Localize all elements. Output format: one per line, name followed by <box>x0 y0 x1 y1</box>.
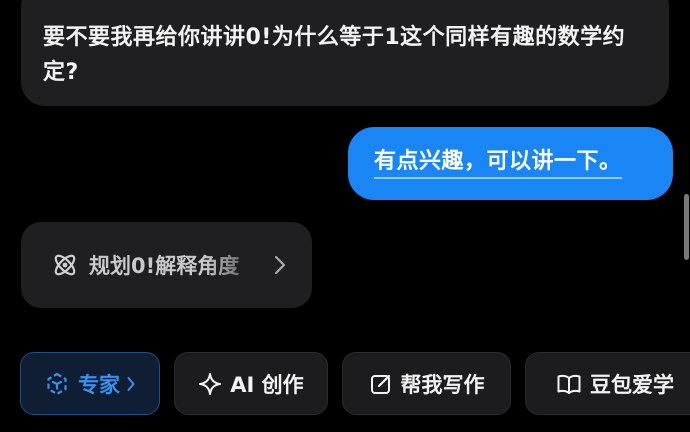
expert-chip-label: 专家 <box>78 372 120 397</box>
user-message-bubble: 有点兴趣，可以讲一下。 <box>348 127 673 200</box>
chat-screen: 要不要我再给你讲讲0!为什么等于1这个同样有趣的数学约定? 有点兴趣，可以讲一下… <box>0 0 690 432</box>
scroll-indicator[interactable] <box>684 194 689 260</box>
assistant-message-bubble: 要不要我再给你讲讲0!为什么等于1这个同样有趣的数学约定? <box>21 0 669 106</box>
ai-create-chip[interactable]: AI 创作 <box>174 352 328 415</box>
write-for-me-chip[interactable]: 帮我写作 <box>342 352 511 415</box>
doubao-learn-chip-label: 豆包爱学 <box>590 372 674 397</box>
doubao-learn-chip[interactable]: 豆包爱学 <box>525 352 690 415</box>
expert-chip[interactable]: 专家 <box>20 352 160 415</box>
plan-card-label: 规划0!解释角度 <box>89 250 261 280</box>
ai-create-chip-label: AI 创作 <box>230 372 304 397</box>
write-for-me-chip-label: 帮我写作 <box>400 372 485 397</box>
book-icon <box>556 372 582 396</box>
sparkle-icon <box>198 372 222 396</box>
user-message-text: 有点兴趣，可以讲一下。 <box>374 149 622 179</box>
chevron-right-icon <box>273 253 287 277</box>
edit-icon <box>369 372 393 396</box>
atom-icon <box>51 251 79 279</box>
assistant-message-text: 要不要我再给你讲讲0!为什么等于1这个同样有趣的数学约定? <box>43 25 626 85</box>
chevron-right-icon <box>126 375 136 393</box>
expert-cube-icon <box>44 371 70 397</box>
plan-card[interactable]: 规划0!解释角度 <box>21 222 312 308</box>
